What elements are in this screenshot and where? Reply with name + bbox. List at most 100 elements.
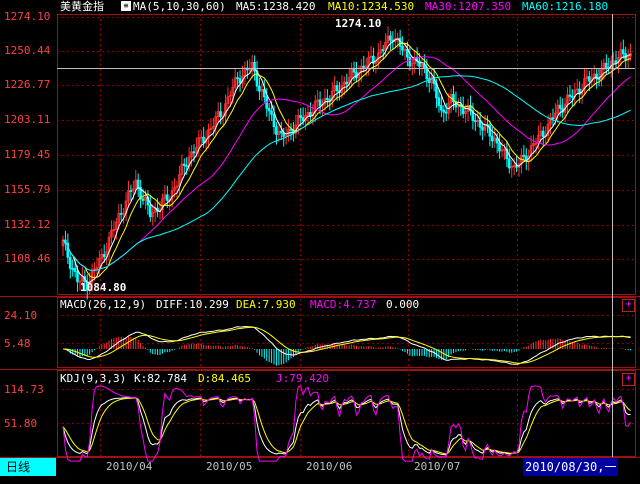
x-axis-label: 2010/04	[106, 460, 153, 473]
candles	[61, 26, 632, 300]
x-axis-label: 2010/05	[206, 460, 253, 473]
ma-settings-icon[interactable]: ≡	[121, 1, 131, 11]
candle-body	[275, 126, 278, 135]
x-axis-label: 2010/07	[414, 460, 461, 473]
kdj-label: KDJ(9,3,3)	[60, 372, 127, 385]
kdj-k-line	[62, 397, 631, 456]
candle-body	[381, 49, 385, 52]
y-tick: 1203.11	[4, 113, 51, 126]
candle-body	[408, 56, 412, 67]
candle-body	[325, 97, 329, 101]
candle-body	[621, 49, 625, 55]
candle-body	[219, 111, 222, 118]
period-tab-daily[interactable]: 日线	[0, 458, 56, 476]
kdj-plot	[62, 385, 632, 462]
candle-body	[236, 77, 239, 80]
candle-body	[73, 268, 77, 272]
candle-body	[389, 35, 392, 41]
high-price-annotation: 1274.10	[335, 17, 382, 30]
candle-body	[439, 105, 443, 111]
candle-body	[272, 113, 276, 128]
candle-body	[398, 37, 402, 47]
candle-body	[299, 115, 302, 118]
candle-body	[68, 256, 72, 269]
y-tick: 1250.44	[4, 44, 51, 57]
candle-body	[522, 154, 526, 157]
macd-diff: DIFF:10.299	[156, 298, 229, 311]
candle-body	[141, 198, 145, 201]
y-tick: 1132.12	[4, 218, 51, 231]
candle-body	[238, 78, 242, 84]
candle-body	[568, 94, 572, 97]
y-tick: 1179.45	[4, 148, 51, 161]
y-tick: 1274.10	[4, 10, 51, 23]
grid-lines	[57, 14, 635, 457]
macd-label: MACD(26,12,9)	[60, 298, 147, 311]
candle-body	[267, 107, 271, 112]
candle-body	[71, 267, 74, 270]
y-tick: 1155.79	[4, 183, 51, 196]
kdj-d-line	[62, 397, 631, 455]
macd-value: MACD:4.737	[310, 298, 377, 311]
macd-expand-button[interactable]: +	[622, 299, 635, 312]
candle-body	[182, 163, 186, 166]
macd-y-tick: 24.10	[4, 309, 38, 322]
candle-body	[481, 126, 484, 131]
x-axis-label: 2010/06	[306, 460, 353, 473]
candle-body	[279, 130, 283, 134]
candle-body	[490, 135, 494, 142]
candle-body	[258, 85, 261, 92]
macd-plot	[62, 325, 632, 366]
candle-body	[442, 109, 446, 113]
panel-borders	[0, 14, 640, 458]
ma60-value: MA60:1216.180	[522, 0, 609, 13]
kdj-y-tick: 51.80	[4, 417, 38, 430]
candle-body	[270, 110, 273, 115]
candle-body	[136, 179, 140, 188]
candle-body	[129, 190, 133, 192]
candle-body	[148, 204, 152, 218]
candle-body	[119, 213, 123, 215]
candle-body	[185, 165, 188, 167]
candle-body	[558, 104, 562, 109]
kdj-y-tick: 114.73	[4, 383, 44, 396]
macd-dea: DEA:7.930	[236, 298, 296, 311]
candle-body	[345, 81, 349, 85]
candle-body	[444, 111, 448, 114]
candle-body	[335, 85, 339, 92]
candle-body	[301, 117, 305, 122]
candle-body	[253, 61, 256, 72]
candle-body	[437, 97, 441, 106]
candle-body	[570, 95, 574, 98]
candle-body	[507, 158, 511, 169]
candle-body	[597, 78, 601, 80]
low-price-annotation: 1084.80	[80, 281, 127, 294]
candle-body	[498, 142, 501, 152]
y-tick: 1226.77	[4, 78, 51, 91]
candle-body	[102, 253, 106, 258]
kdj-d: D:84.465	[198, 372, 251, 385]
candle-body	[282, 132, 285, 137]
candle-body	[587, 76, 591, 82]
ma10-value: MA10:1234.530	[328, 0, 415, 13]
candle-body	[362, 65, 365, 68]
candle-body	[262, 89, 266, 98]
candle-body	[165, 194, 169, 201]
candle-body	[604, 62, 608, 68]
macd-y-tick: 5.48	[4, 337, 31, 350]
candle-body	[309, 111, 312, 117]
candle-body	[192, 151, 196, 154]
candle-body	[541, 130, 545, 138]
candle-body	[473, 120, 477, 122]
candle-body	[401, 45, 404, 51]
ma-label: MA(5,10,30,60)	[133, 0, 226, 13]
candle-body	[76, 271, 79, 283]
candle-body	[551, 117, 555, 120]
ma30-value: MA30:1207.350	[425, 0, 512, 13]
kdj-expand-button[interactable]: +	[622, 373, 635, 386]
kdj-j: J:79.420	[276, 372, 329, 385]
kdj-k: K:82.784	[134, 372, 187, 385]
chart-canvas[interactable]	[0, 0, 640, 484]
cursor-date-readout: 2010/08/30,一	[523, 458, 619, 476]
instrument-name: 美黄金指	[60, 0, 104, 13]
